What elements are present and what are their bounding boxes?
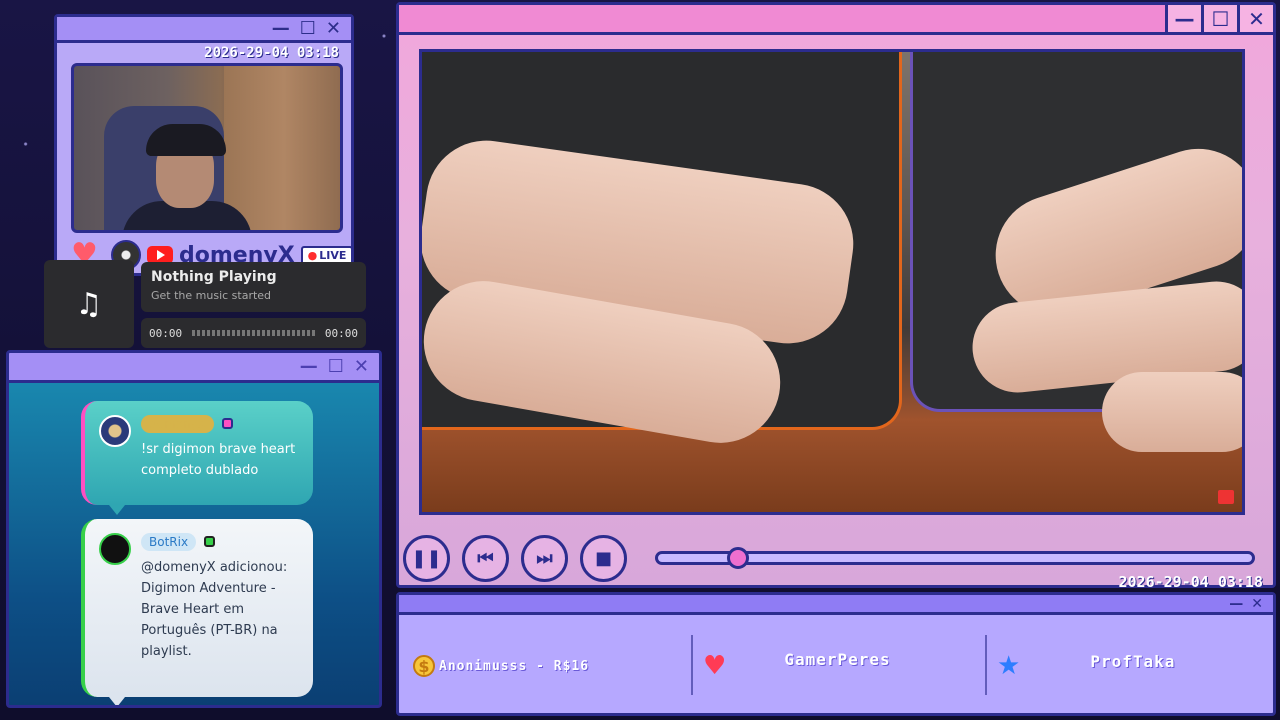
music-time-total: 00:00 <box>324 326 358 340</box>
badge-icon <box>221 418 233 429</box>
chat-message: BotRix @domenyX adicionou: Digimon Adven… <box>81 519 313 697</box>
maximize-button[interactable]: ☐ <box>1201 5 1237 32</box>
player-titlebar[interactable]: — ☐ ✕ <box>399 5 1273 35</box>
close-button[interactable]: ✕ <box>1251 595 1263 613</box>
pause-button[interactable]: ❚❚ <box>403 535 450 582</box>
maximize-button[interactable]: ☐ <box>328 357 344 376</box>
chat-username[interactable]: domenyX <box>141 415 214 433</box>
minimize-button[interactable]: — <box>300 357 318 376</box>
subscriber-name: ProfTaka <box>1090 651 1176 671</box>
music-subtitle: Get the music started <box>151 289 272 302</box>
music-time-current: 00:00 <box>149 326 183 340</box>
star-icon: ★ <box>997 651 1021 681</box>
webcam-titlebar[interactable]: — ☐ ✕ <box>57 17 351 43</box>
next-button[interactable]: ⏭ <box>521 535 568 582</box>
avatar <box>99 415 131 447</box>
seek-handle[interactable] <box>726 547 749 569</box>
donation-text: Anonimusss - R$16 <box>439 658 590 674</box>
alerts-titlebar[interactable]: — ✕ <box>399 595 1273 615</box>
video-frame[interactable] <box>419 49 1245 515</box>
chat-username[interactable]: BotRix <box>141 533 197 551</box>
heart-icon: ♥ <box>703 651 727 681</box>
youtube-watermark-icon <box>1218 490 1234 504</box>
previous-button[interactable]: ⏮ <box>462 535 509 582</box>
close-button[interactable]: ✕ <box>326 19 341 38</box>
chat-window: — ☐ ✕ domenyX !sr digimon brave heart co… <box>6 350 382 708</box>
close-button[interactable]: ✕ <box>354 357 369 376</box>
right-thumb <box>1102 372 1242 452</box>
chat-titlebar[interactable]: — ☐ ✕ <box>9 353 379 383</box>
dollar-coin-icon: $ <box>413 655 435 677</box>
chat-text: !sr digimon brave heart completo dublado <box>141 442 296 478</box>
music-track-bar[interactable] <box>192 330 315 336</box>
video-player-window: — ☐ ✕ ❚❚ ⏮ ⏭ ■ 2026-29-04 03:18 <box>396 2 1276 591</box>
subscriber-alert: ★ ProfTaka <box>997 617 1267 715</box>
chat-message: domenyX !sr digimon brave heart completo… <box>81 401 313 505</box>
bubble-tail <box>109 505 125 515</box>
divider <box>985 635 987 695</box>
music-note-icon[interactable]: ♫ <box>44 260 134 348</box>
alerts-window: — ✕ $ Anonimusss - R$16 ♥ GamerPeres ★ P… <box>396 592 1276 716</box>
maximize-button[interactable]: ☐ <box>300 19 316 38</box>
bot-badge-icon <box>204 536 216 547</box>
playback-controls: ❚❚ ⏮ ⏭ ■ <box>403 535 627 582</box>
seek-bar[interactable] <box>655 547 1255 569</box>
music-info: Nothing Playing Get the music started <box>141 262 366 312</box>
streamer-cap <box>146 124 226 156</box>
bot-avatar <box>99 533 131 565</box>
webcam-feed <box>71 63 343 233</box>
chat-text: @domenyX adicionou: Digimon Adventure - … <box>141 560 288 659</box>
divider <box>691 635 693 695</box>
minimize-button[interactable]: — <box>1229 595 1243 613</box>
music-title: Nothing Playing <box>151 269 277 285</box>
stop-button[interactable]: ■ <box>580 535 627 582</box>
minimize-button[interactable]: — <box>1165 5 1201 32</box>
follower-name: GamerPeres <box>784 649 891 669</box>
webcam-window: — ☐ ✕ 2026-29-04 03:18 ♥ domenyX LIVE <box>54 14 354 276</box>
close-button[interactable]: ✕ <box>1237 5 1273 32</box>
player-timestamp: 2026-29-04 03:18 <box>1118 573 1264 591</box>
bubble-tail <box>109 697 125 705</box>
follower-alert: ♥ GamerPeres <box>703 617 973 715</box>
background-cabinet <box>224 66 340 230</box>
minimize-button[interactable]: — <box>272 19 290 38</box>
webcam-timestamp: 2026-29-04 03:18 <box>204 45 339 61</box>
music-progress[interactable]: 00:00 00:00 <box>141 318 366 348</box>
donation-alert: $ Anonimusss - R$16 <box>413 617 683 715</box>
